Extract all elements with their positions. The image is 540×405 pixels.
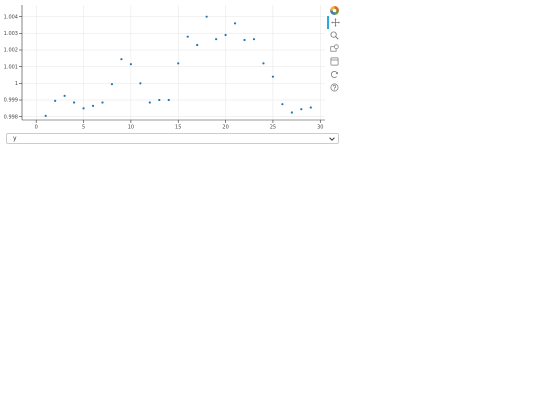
y-tick-label: 1	[15, 81, 18, 87]
data-point	[72, 101, 76, 104]
data-point	[186, 35, 189, 38]
data-point	[158, 98, 161, 102]
data-point	[110, 83, 114, 86]
data-point	[290, 111, 293, 114]
y-tick-label: 1.002	[4, 48, 18, 54]
y-tick-label: 1.003	[4, 31, 18, 37]
data-point	[129, 63, 132, 66]
data-point	[252, 38, 256, 41]
x-tick-label: 0	[35, 125, 38, 131]
y-tick-label: 0.998	[4, 114, 18, 120]
box-zoom-icon[interactable]	[327, 29, 341, 42]
wheel-zoom-icon[interactable]	[327, 42, 341, 55]
bokeh-logo-icon[interactable]	[327, 4, 341, 16]
data-point	[309, 106, 312, 109]
variable-select-value: y	[13, 135, 17, 142]
help-icon[interactable]	[327, 81, 341, 94]
plot-toolbar	[327, 4, 341, 94]
y-tick-label: 0.999	[4, 98, 18, 104]
x-tick-label: 30	[317, 125, 323, 131]
chevron-down-icon	[329, 136, 335, 141]
variable-select[interactable]: y	[6, 133, 339, 144]
data-point	[139, 82, 142, 85]
x-tick-label: 10	[128, 125, 134, 131]
pan-icon[interactable]	[327, 16, 341, 29]
data-point	[224, 33, 227, 37]
data-point	[262, 62, 265, 65]
y-tick-label: 1.004	[4, 14, 18, 20]
reset-icon[interactable]	[327, 68, 341, 81]
data-point	[54, 99, 57, 102]
x-tick-label: 15	[175, 125, 181, 131]
data-point	[271, 75, 275, 78]
data-point	[91, 104, 95, 107]
data-point	[63, 94, 66, 97]
x-tick-label: 20	[222, 125, 228, 131]
data-point	[300, 108, 303, 111]
y-tick-label: 1.001	[4, 64, 18, 70]
data-point	[196, 43, 199, 47]
plot-area[interactable]	[22, 5, 325, 120]
data-point	[82, 107, 85, 110]
data-point	[243, 38, 246, 42]
data-point	[44, 114, 47, 117]
data-point	[177, 62, 180, 65]
data-point	[281, 103, 284, 106]
data-point	[148, 101, 151, 104]
x-tick-label: 5	[82, 125, 85, 131]
data-point	[233, 22, 237, 25]
data-point	[205, 15, 208, 18]
scatter-plot[interactable]: 0 5 10 15 20 25 30 0.998 0.999 1 1.001 1.002 1.003 1.…	[0, 0, 540, 130]
data-point	[215, 38, 218, 41]
data-point	[101, 101, 104, 104]
save-icon[interactable]	[327, 55, 341, 68]
x-tick-label: 25	[270, 125, 276, 131]
data-point	[167, 98, 170, 102]
data-point	[120, 58, 123, 61]
